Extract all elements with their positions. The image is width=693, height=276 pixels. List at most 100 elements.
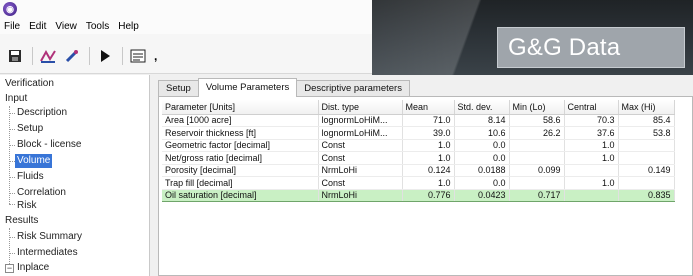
cell-min[interactable]: 26.2 [509, 126, 565, 140]
cell-parameter[interactable]: Oil saturation [decimal] [162, 188, 319, 202]
cell-std-dev[interactable]: 0.0188 [454, 164, 510, 177]
cell-central[interactable]: 70.3 [564, 114, 619, 127]
cell-mean[interactable]: 1.0 [402, 139, 455, 152]
nav-risk-summary[interactable]: Risk Summary [17, 230, 82, 244]
nav-correlation[interactable]: Correlation [17, 186, 66, 200]
tree-tick [9, 253, 15, 254]
tab-volume-parameters[interactable]: Volume Parameters [197, 78, 298, 97]
collapse-icon[interactable]: − [5, 264, 14, 273]
cell-dist-type[interactable]: Const [318, 151, 403, 165]
tree-tick [9, 113, 15, 114]
table-row[interactable]: Area [1000 acre] lognormLoHiM... 71.0 8.… [162, 114, 675, 127]
toolbar-separator [122, 47, 123, 65]
nav-block-license[interactable]: Block - license [17, 138, 81, 152]
cell-std-dev[interactable]: 0.0 [454, 139, 510, 152]
cell-mean[interactable]: 71.0 [402, 114, 455, 127]
cell-std-dev[interactable]: 0.0423 [454, 188, 510, 202]
column-header-dist-type[interactable]: Dist. type [318, 100, 403, 115]
cell-parameter[interactable]: Geometric factor [decimal] [162, 139, 319, 152]
column-header-central[interactable]: Central [564, 100, 619, 115]
cell-central[interactable]: 1.0 [564, 176, 619, 190]
cell-std-dev[interactable]: 0.0 [454, 176, 510, 190]
table-row[interactable]: Reservoir thickness [ft] lognormLoHiM...… [162, 126, 675, 140]
table-row[interactable]: Trap fill [decimal] Const 1.0 0.0 1.0 [162, 176, 675, 190]
menu-edit[interactable]: Edit [29, 21, 46, 32]
chart-button[interactable] [37, 45, 59, 67]
cell-mean[interactable]: 0.124 [402, 164, 455, 177]
report-button[interactable] [127, 45, 149, 67]
save-button[interactable] [4, 45, 26, 67]
cell-min[interactable] [509, 151, 565, 165]
nav-intermediates[interactable]: Intermediates [17, 246, 78, 260]
column-header-max[interactable]: Max (Hi) [618, 100, 675, 115]
table-row[interactable]: Porosity [decimal] NrmLoHi 0.124 0.0188 … [162, 164, 675, 177]
cell-mean[interactable]: 39.0 [402, 126, 455, 140]
column-header-parameter[interactable]: Parameter [Units] [162, 100, 319, 115]
tree-line [9, 106, 10, 204]
cell-min[interactable] [509, 139, 565, 152]
cell-dist-type[interactable]: lognormLoHiM... [318, 126, 403, 140]
tools-button[interactable] [61, 45, 83, 67]
cell-dist-type[interactable]: lognormLoHiM... [318, 114, 403, 127]
nav-volume[interactable]: Volume [15, 154, 53, 168]
cell-max[interactable]: 0.149 [618, 164, 675, 177]
cell-central[interactable]: 37.6 [564, 126, 619, 140]
menu-view[interactable]: View [55, 21, 77, 32]
cell-mean[interactable]: 0.776 [402, 188, 455, 202]
tools-icon [65, 49, 79, 63]
nav-results[interactable]: Results [5, 214, 38, 228]
toolbar-separator [89, 47, 90, 65]
column-header-mean[interactable]: Mean [402, 100, 455, 115]
cell-parameter[interactable]: Trap fill [decimal] [162, 176, 319, 190]
cell-central[interactable] [564, 164, 619, 177]
nav-verification[interactable]: Verification [5, 77, 54, 91]
cell-min[interactable] [509, 176, 565, 190]
cell-max[interactable]: 53.8 [618, 126, 675, 140]
cell-std-dev[interactable]: 0.0 [454, 151, 510, 165]
cell-min[interactable]: 0.099 [509, 164, 565, 177]
menu-tools[interactable]: Tools [86, 21, 109, 32]
column-header-min[interactable]: Min (Lo) [509, 100, 565, 115]
tree-tick [9, 177, 15, 178]
cell-min[interactable]: 58.6 [509, 114, 565, 127]
cell-central[interactable]: 1.0 [564, 139, 619, 152]
run-button[interactable] [94, 45, 116, 67]
report-icon [130, 49, 146, 63]
menu-help[interactable]: Help [118, 21, 139, 32]
cell-dist-type[interactable]: Const [318, 139, 403, 152]
cell-parameter[interactable]: Net/gross ratio [decimal] [162, 151, 319, 165]
nav-description[interactable]: Description [17, 106, 67, 120]
tree-tick [9, 237, 15, 238]
cell-std-dev[interactable]: 10.6 [454, 126, 510, 140]
nav-fluids[interactable]: Fluids [17, 170, 44, 184]
nav-input[interactable]: Input [5, 92, 27, 106]
table-row-highlighted[interactable]: Oil saturation [decimal] NrmLoHi 0.776 0… [162, 188, 675, 202]
cell-parameter[interactable]: Area [1000 acre] [162, 114, 319, 127]
cell-max[interactable]: 85.4 [618, 114, 675, 127]
more-icon[interactable]: , [154, 49, 157, 63]
cell-max[interactable] [618, 176, 675, 190]
cell-mean[interactable]: 1.0 [402, 176, 455, 190]
table-row[interactable]: Net/gross ratio [decimal] Const 1.0 0.0 … [162, 151, 675, 165]
nav-inplace[interactable]: Inplace [17, 261, 49, 275]
tab-setup[interactable]: Setup [158, 80, 199, 97]
cell-parameter[interactable]: Reservoir thickness [ft] [162, 126, 319, 140]
cell-std-dev[interactable]: 8.14 [454, 114, 510, 127]
cell-mean[interactable]: 1.0 [402, 151, 455, 165]
cell-dist-type[interactable]: Const [318, 176, 403, 190]
nav-setup[interactable]: Setup [17, 122, 43, 136]
cell-max[interactable]: 0.835 [618, 188, 675, 202]
tab-descriptive-parameters[interactable]: Descriptive parameters [296, 80, 410, 97]
table-row[interactable]: Geometric factor [decimal] Const 1.0 0.0… [162, 139, 675, 152]
nav-risk[interactable]: Risk [17, 199, 36, 213]
cell-parameter[interactable]: Porosity [decimal] [162, 164, 319, 177]
cell-central[interactable] [564, 188, 619, 202]
cell-central[interactable]: 1.0 [564, 151, 619, 165]
cell-max[interactable] [618, 151, 675, 165]
cell-dist-type[interactable]: NrmLoHi [318, 188, 403, 202]
menu-file[interactable]: File [4, 21, 20, 32]
cell-max[interactable] [618, 139, 675, 152]
column-header-std-dev[interactable]: Std. dev. [454, 100, 510, 115]
cell-min[interactable]: 0.717 [509, 188, 565, 202]
cell-dist-type[interactable]: NrmLoHi [318, 164, 403, 177]
